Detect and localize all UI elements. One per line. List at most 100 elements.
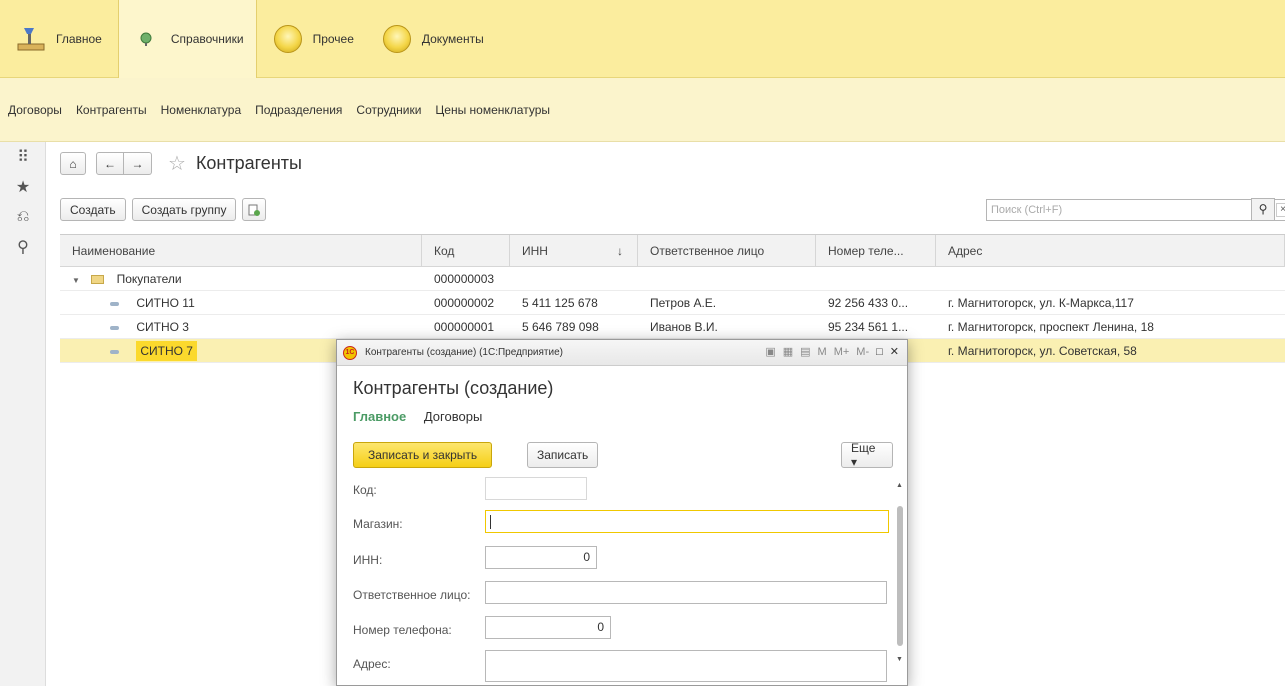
- history-icon[interactable]: ⎌: [0, 202, 46, 232]
- dialog-window-title: Контрагенты (создание) (1С:Предприятие): [365, 347, 563, 358]
- search-button[interactable]: ⚲: [1251, 198, 1275, 221]
- search-icon[interactable]: ⚲: [0, 232, 46, 262]
- tab-main[interactable]: Главное: [353, 409, 406, 424]
- cell-person: Петров А.Е.: [650, 296, 717, 310]
- text-cursor: [490, 514, 491, 529]
- col-inn-label: ИНН: [522, 244, 548, 258]
- inn-label: ИНН:: [353, 553, 383, 567]
- shop-label: Магазин:: [353, 517, 403, 531]
- code-field: [485, 477, 587, 500]
- coin-icon: [273, 24, 303, 54]
- clear-search-icon[interactable]: ×: [1276, 203, 1285, 217]
- subnav-contracts[interactable]: Договоры: [8, 103, 62, 117]
- col-name[interactable]: Наименование: [60, 235, 422, 266]
- memory-m-button[interactable]: M: [818, 346, 827, 358]
- scroll-up-icon[interactable]: ▲: [896, 482, 903, 489]
- save-doc-icon[interactable]: ▣: [765, 345, 775, 358]
- cell-person: Иванов В.И.: [650, 320, 718, 334]
- address-label: Адрес:: [353, 657, 391, 671]
- section-main[interactable]: Главное: [4, 3, 114, 75]
- search-input[interactable]: Поиск (Ctrl+F) ×: [986, 199, 1285, 221]
- save-button[interactable]: Записать: [527, 442, 599, 468]
- sort-arrow-icon: ↓: [617, 244, 623, 258]
- section-documents[interactable]: Документы: [370, 3, 496, 75]
- section-other[interactable]: Прочее: [261, 3, 366, 75]
- magnifier-icon: ⚲: [1258, 202, 1268, 216]
- copy-add-icon: [248, 204, 261, 216]
- table-row[interactable]: ▼ Покупатели 000000003: [60, 267, 1285, 291]
- subnav-employees[interactable]: Сотрудники: [356, 103, 421, 117]
- back-button[interactable]: ←: [96, 152, 124, 175]
- create-button[interactable]: Создать: [60, 198, 126, 221]
- item-icon: [110, 301, 119, 306]
- phone-input[interactable]: 0: [485, 616, 611, 639]
- maximize-icon[interactable]: □: [876, 346, 883, 358]
- 1c-logo-icon: 1С: [343, 345, 357, 360]
- section-directories-label: Справочники: [170, 31, 244, 46]
- cell-inn: 5 411 125 678: [522, 296, 598, 310]
- cell-address: г. Магнитогорск, ул. Советская, 58: [948, 344, 1137, 358]
- dialog-scrollbar[interactable]: ▲ ▼: [895, 480, 905, 670]
- shop-input[interactable]: [485, 510, 889, 533]
- favorites-star-icon[interactable]: ★: [0, 172, 46, 202]
- col-code[interactable]: Код: [422, 235, 510, 266]
- cell-code: 000000003: [434, 272, 495, 286]
- section-other-label: Прочее: [312, 31, 354, 46]
- dialog-tabs: Главное Договоры: [353, 409, 482, 424]
- grid-menu-icon[interactable]: ⠿: [0, 142, 46, 172]
- subnav-counterparties[interactable]: Контрагенты: [76, 103, 147, 117]
- close-icon[interactable]: ✕: [890, 345, 899, 358]
- col-phone[interactable]: Номер теле...: [816, 235, 936, 266]
- item-icon: [110, 349, 119, 354]
- dialog-tools: ▣ ▦ ▤ M M+ M- □ ✕: [758, 345, 899, 359]
- table-row[interactable]: СИТНО 11 000000002 5 411 125 678 Петров …: [60, 291, 1285, 315]
- memory-minus-button[interactable]: M-: [856, 346, 869, 358]
- calculator-icon[interactable]: ▦: [783, 345, 793, 358]
- person-input[interactable]: [485, 581, 887, 604]
- subnav-departments[interactable]: Подразделения: [255, 103, 342, 117]
- create-group-button[interactable]: Создать группу: [131, 198, 237, 221]
- subnav-prices[interactable]: Цены номенклатуры: [435, 103, 550, 117]
- col-inn[interactable]: ИНН ↓: [510, 235, 638, 266]
- section-directories[interactable]: Справочники: [117, 0, 257, 78]
- calendar-icon[interactable]: ▤: [800, 345, 810, 358]
- create-counterparty-dialog: 1С Контрагенты (создание) (1С:Предприяти…: [336, 339, 908, 686]
- copy-button[interactable]: [242, 198, 267, 221]
- scroll-thumb[interactable]: [897, 506, 903, 646]
- more-button[interactable]: Еще ▾: [841, 441, 893, 469]
- cell-code: 000000002: [434, 296, 495, 310]
- inn-input[interactable]: 0: [485, 546, 597, 569]
- cell-address: [936, 267, 1285, 290]
- search-placeholder: Поиск (Ctrl+F): [991, 204, 1063, 216]
- table-row[interactable]: СИТНО 3 000000001 5 646 789 098 Иванов В…: [60, 315, 1285, 339]
- section-main-label: Главное: [56, 31, 102, 46]
- tab-contracts[interactable]: Договоры: [424, 409, 482, 424]
- memory-plus-button[interactable]: M+: [834, 346, 850, 358]
- expand-triangle-icon[interactable]: ▼: [72, 276, 80, 285]
- command-bar: Создать Создать группу: [60, 198, 272, 221]
- save-and-close-button[interactable]: Записать и закрыть: [353, 442, 493, 468]
- col-person[interactable]: Ответственное лицо: [638, 235, 816, 266]
- cell-address: г. Магнитогорск, проспект Ленина, 18: [948, 320, 1154, 334]
- cell-code: 000000001: [434, 320, 495, 334]
- address-input[interactable]: [485, 650, 887, 682]
- dialog-commandbar: Записать и закрыть Записать Еще ▾: [353, 441, 893, 469]
- forward-button[interactable]: →: [124, 152, 152, 175]
- code-label: Код:: [353, 483, 377, 497]
- home-button[interactable]: ⌂: [60, 152, 86, 175]
- subnav-nomenclature[interactable]: Номенклатура: [161, 103, 242, 117]
- cell-phone: 92 256 433 0...: [828, 296, 909, 310]
- folder-icon: [91, 275, 105, 285]
- phone-label: Номер телефона:: [353, 623, 452, 637]
- dialog-titlebar[interactable]: 1С Контрагенты (создание) (1С:Предприяти…: [337, 340, 907, 366]
- scroll-down-icon[interactable]: ▼: [896, 656, 903, 663]
- arrow-left-icon: ←: [104, 156, 116, 171]
- col-address[interactable]: Адрес: [936, 235, 1285, 266]
- cell-name: СИТНО 3: [136, 320, 189, 334]
- page-title: Контрагенты: [195, 153, 302, 173]
- person-label: Ответственное лицо:: [353, 588, 471, 602]
- item-icon: [110, 325, 119, 330]
- favorite-star-icon[interactable]: ☆: [168, 151, 186, 176]
- form-titlebar: ⌂ ← → ☆ Контрагенты: [60, 151, 302, 176]
- left-toolbar: ⠿ ★ ⎌ ⚲: [0, 142, 46, 686]
